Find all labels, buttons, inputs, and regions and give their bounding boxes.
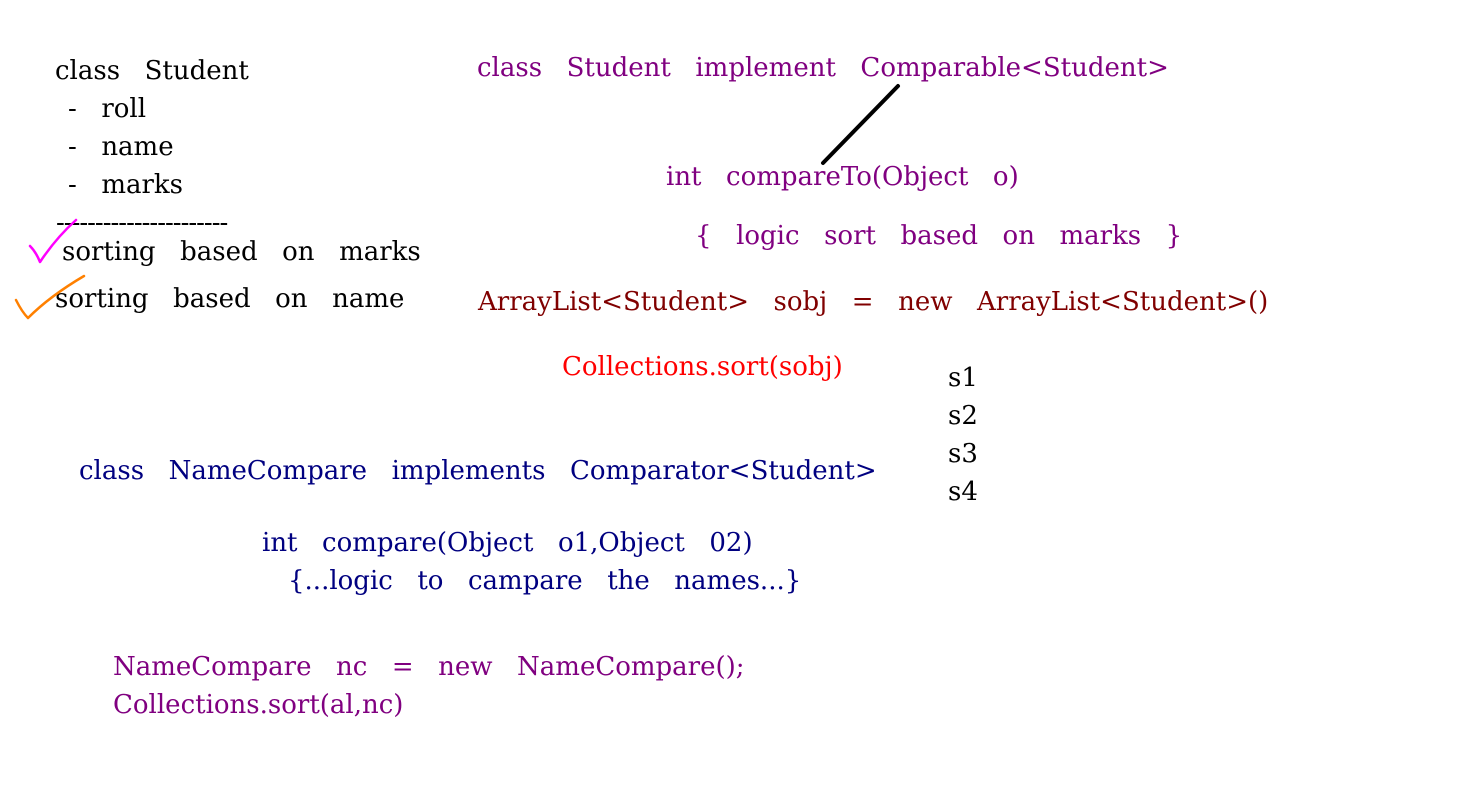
orange-checkmark-icon bbox=[14, 274, 86, 320]
magenta-checkmark-icon bbox=[28, 218, 78, 264]
pen-annotations bbox=[14, 84, 900, 320]
pointer-line bbox=[821, 84, 900, 165]
